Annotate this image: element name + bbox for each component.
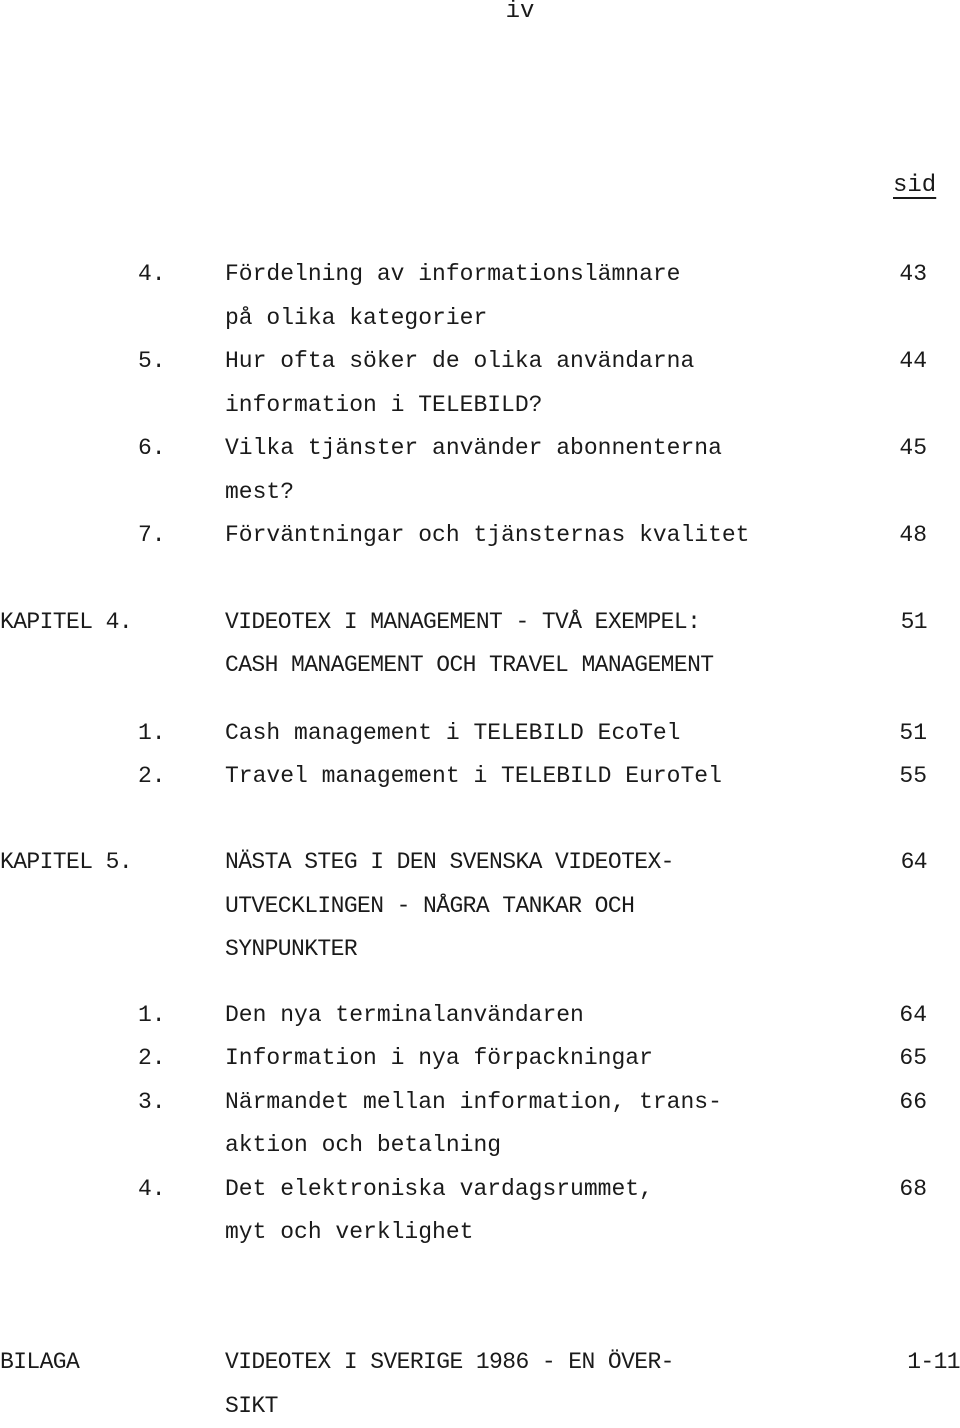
chapter-label: KAPITEL 5. xyxy=(0,849,133,875)
chapter-page: 51 xyxy=(900,609,928,635)
entry-title-line: Det elektroniska vardagsrummet, xyxy=(225,1176,653,1202)
entry-title-line: Cash management i TELEBILD EcoTel xyxy=(225,720,681,746)
entry-number: 2. xyxy=(138,1045,166,1071)
entry-title-line: Förväntningar och tjänsternas kvalitet xyxy=(225,522,750,548)
chapter-entry[interactable]: KAPITEL 4. VIDEOTEX I MANAGEMENT - TVÅ E… xyxy=(0,600,960,644)
chapter-title-line: SYNPUNKTER xyxy=(225,936,358,962)
toc-entry[interactable]: 4. Det elektroniska vardagsrummet, 68 xyxy=(0,1167,960,1211)
toc-entry[interactable]: 4. Fördelning av informationslämnare 43 xyxy=(0,252,960,296)
entry-title-line: Närmandet mellan information, trans- xyxy=(225,1089,722,1115)
entry-page: 64 xyxy=(899,1002,927,1028)
toc-entry[interactable]: 3. Närmandet mellan information, trans- … xyxy=(0,1080,960,1124)
toc-entry[interactable]: 2. Information i nya förpackningar 65 xyxy=(0,1036,960,1080)
appendix-title-line: VIDEOTEX I SVERIGE 1986 - EN ÖVER- xyxy=(225,1349,674,1375)
toc-entry-continuation: på olika kategorier xyxy=(0,296,960,340)
chapter-title-line: UTVECKLINGEN - NÅGRA TANKAR OCH xyxy=(225,893,635,919)
entry-title-line: Fördelning av informationslämnare xyxy=(225,261,681,287)
entry-title-line: information i TELEBILD? xyxy=(225,392,543,418)
entry-page: 55 xyxy=(899,763,927,789)
toc-entry[interactable]: 1. Cash management i TELEBILD EcoTel 51 xyxy=(0,711,960,755)
entry-title-line: myt och verklighet xyxy=(225,1219,474,1245)
appendix-label: BILAGA xyxy=(0,1349,80,1375)
entry-number: 4. xyxy=(138,261,166,287)
entry-title-line: Travel management i TELEBILD EuroTel xyxy=(225,763,722,789)
entry-number: 1. xyxy=(138,1002,166,1028)
toc-entry-continuation: aktion och betalning xyxy=(0,1123,960,1167)
entry-number: 4. xyxy=(138,1176,166,1202)
toc-entry-continuation: mest? xyxy=(0,470,960,514)
chapter-title-line: CASH MANAGEMENT OCH TRAVEL MANAGEMENT xyxy=(225,652,714,678)
entry-page: 65 xyxy=(899,1045,927,1071)
entry-title-line: Information i nya förpackningar xyxy=(225,1045,653,1071)
toc-entry[interactable]: 2. Travel management i TELEBILD EuroTel … xyxy=(0,754,960,798)
toc-entry-continuation: myt och verklighet xyxy=(0,1210,960,1254)
entry-number: 2. xyxy=(138,763,166,789)
toc-entry[interactable]: 7. Förväntningar och tjänsternas kvalite… xyxy=(0,513,960,557)
entry-page: 68 xyxy=(899,1176,927,1202)
entry-title-line: aktion och betalning xyxy=(225,1132,502,1158)
chapter-entry-continuation: CASH MANAGEMENT OCH TRAVEL MANAGEMENT xyxy=(0,643,960,687)
entry-number: 3. xyxy=(138,1089,166,1115)
chapter-entry-continuation: UTVECKLINGEN - NÅGRA TANKAR OCH xyxy=(0,884,960,928)
page-number: iv xyxy=(505,0,535,25)
appendix-page: 1-11 xyxy=(907,1349,960,1375)
appendix-title-line: SIKT xyxy=(225,1393,278,1419)
entry-page: 66 xyxy=(899,1089,927,1115)
chapter-title-line: VIDEOTEX I MANAGEMENT - TVÅ EXEMPEL: xyxy=(225,609,701,635)
entry-number: 6. xyxy=(138,435,166,461)
entry-number: 1. xyxy=(138,720,166,746)
entry-title-line: Vilka tjänster använder abonnenterna xyxy=(225,435,722,461)
chapter-entry-continuation: SYNPUNKTER xyxy=(0,927,960,971)
entry-title-line: Hur ofta söker de olika användarna xyxy=(225,348,695,374)
appendix-entry-continuation: SIKT xyxy=(0,1384,960,1428)
toc-entry[interactable]: 1. Den nya terminalanvändaren 64 xyxy=(0,993,960,1037)
entry-title-line: på olika kategorier xyxy=(225,305,488,331)
toc-entry-continuation: information i TELEBILD? xyxy=(0,383,960,427)
entry-page: 51 xyxy=(899,720,927,746)
entry-page: 45 xyxy=(899,435,927,461)
entry-number: 5. xyxy=(138,348,166,374)
chapter-title-line: NÄSTA STEG I DEN SVENSKA VIDEOTEX- xyxy=(225,849,674,875)
chapter-label: KAPITEL 4. xyxy=(0,609,133,635)
entry-page: 48 xyxy=(899,522,927,548)
chapter-page: 64 xyxy=(900,849,928,875)
entry-title-line: mest? xyxy=(225,479,295,505)
chapter-entry[interactable]: KAPITEL 5. NÄSTA STEG I DEN SVENSKA VIDE… xyxy=(0,840,960,884)
entry-title-line: Den nya terminalanvändaren xyxy=(225,1002,584,1028)
appendix-entry[interactable]: BILAGA VIDEOTEX I SVERIGE 1986 - EN ÖVER… xyxy=(0,1340,960,1384)
toc-entry[interactable]: 5. Hur ofta söker de olika användarna 44 xyxy=(0,339,960,383)
toc-entry[interactable]: 6. Vilka tjänster använder abonnenterna … xyxy=(0,426,960,470)
entry-page: 44 xyxy=(899,348,927,374)
entry-number: 7. xyxy=(138,522,166,548)
page-column-header: sid xyxy=(893,172,937,199)
entry-page: 43 xyxy=(899,261,927,287)
